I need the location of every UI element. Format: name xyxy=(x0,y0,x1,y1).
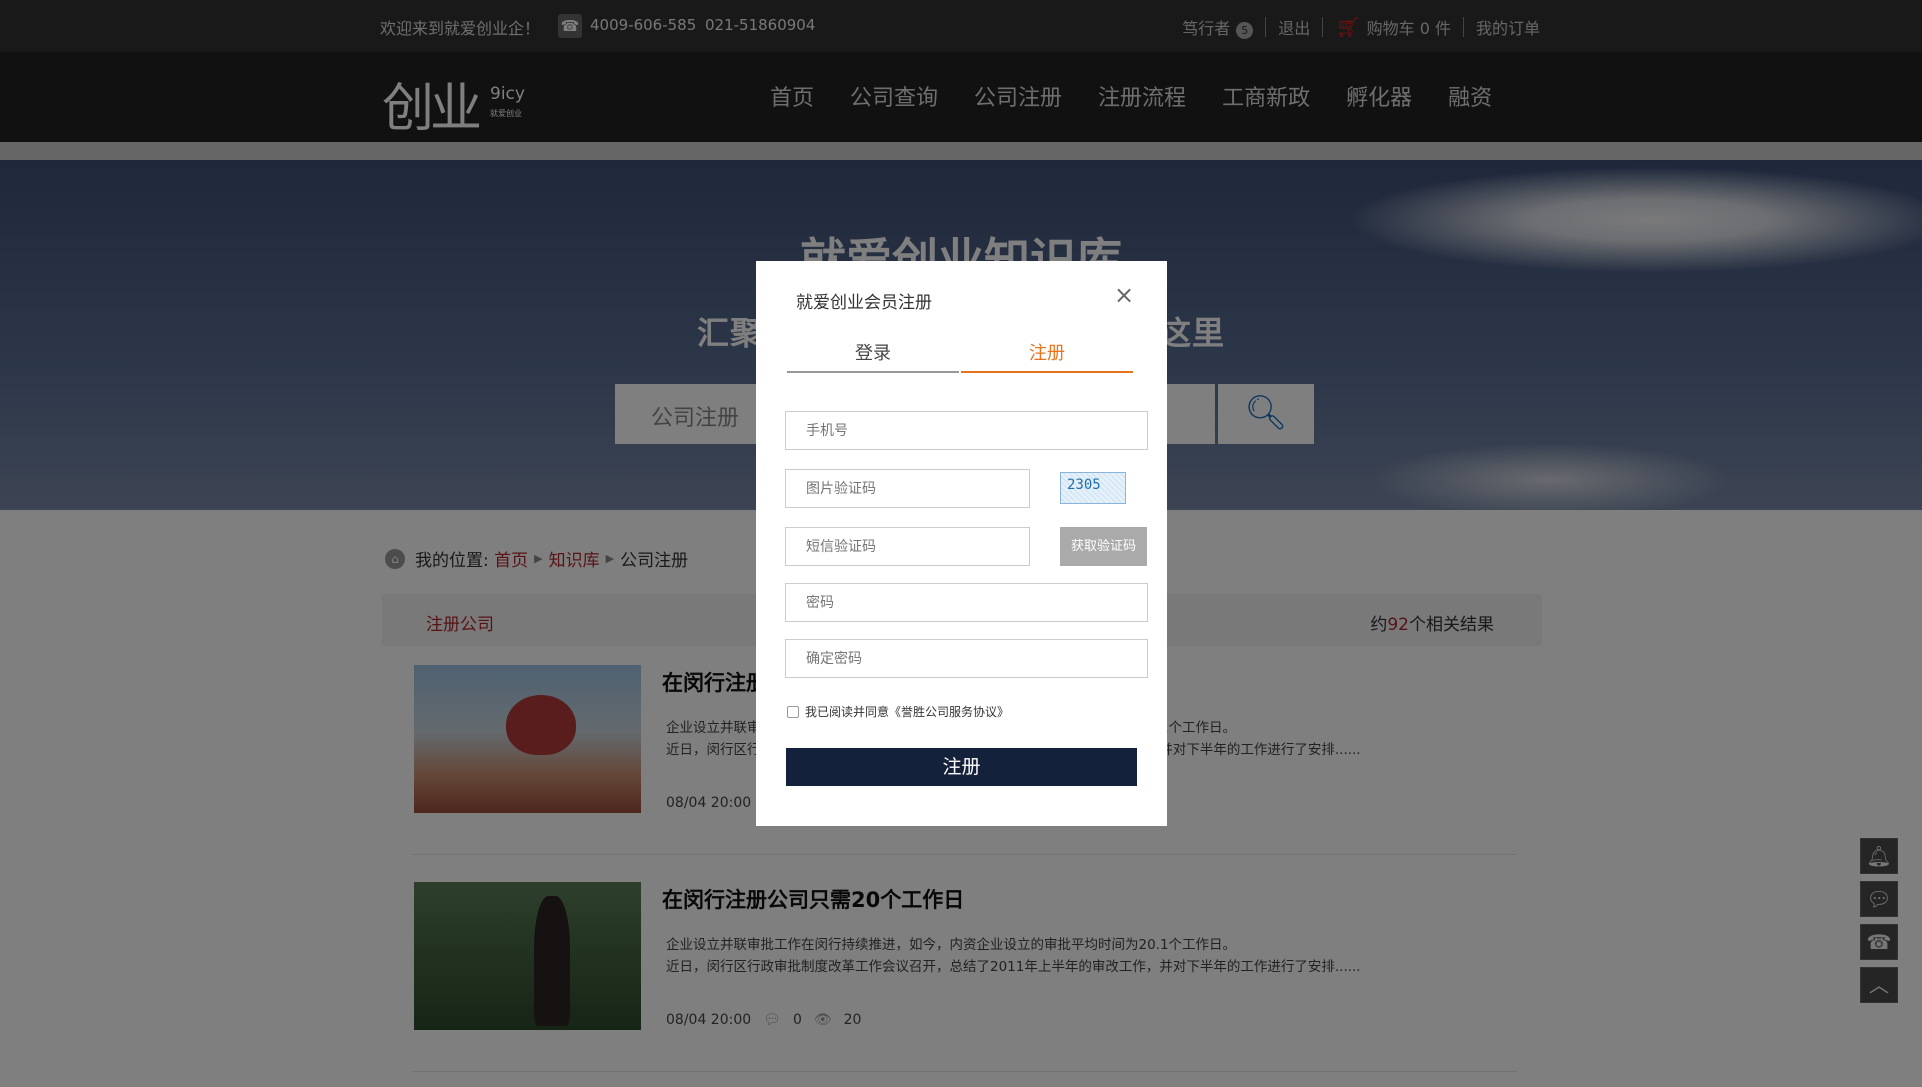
modal-title: 就爱创业会员注册 xyxy=(796,293,932,313)
register-submit-button[interactable]: 注册 xyxy=(786,748,1137,786)
agreement-checkbox[interactable] xyxy=(787,705,799,718)
close-icon[interactable]: × xyxy=(1114,281,1134,309)
captcha-input[interactable] xyxy=(785,469,1030,508)
tab-register[interactable]: 注册 xyxy=(961,339,1133,373)
password-input[interactable] xyxy=(785,583,1148,622)
confirm-password-input[interactable] xyxy=(785,639,1148,678)
agreement-row: 我已阅读并同意《誉胜公司服务协议》 xyxy=(787,703,1009,720)
phone-input[interactable] xyxy=(785,411,1148,450)
get-sms-code-button[interactable]: 获取验证码 xyxy=(1060,527,1147,566)
agreement-text[interactable]: 我已阅读并同意《誉胜公司服务协议》 xyxy=(805,703,1009,720)
captcha-image[interactable]: 2305 xyxy=(1060,472,1126,504)
sms-code-input[interactable] xyxy=(785,527,1030,566)
tab-login[interactable]: 登录 xyxy=(787,339,959,373)
register-modal: 就爱创业会员注册 × 登录 注册 2305 获取验证码 我已阅读并同意《誉胜公司… xyxy=(756,261,1167,826)
